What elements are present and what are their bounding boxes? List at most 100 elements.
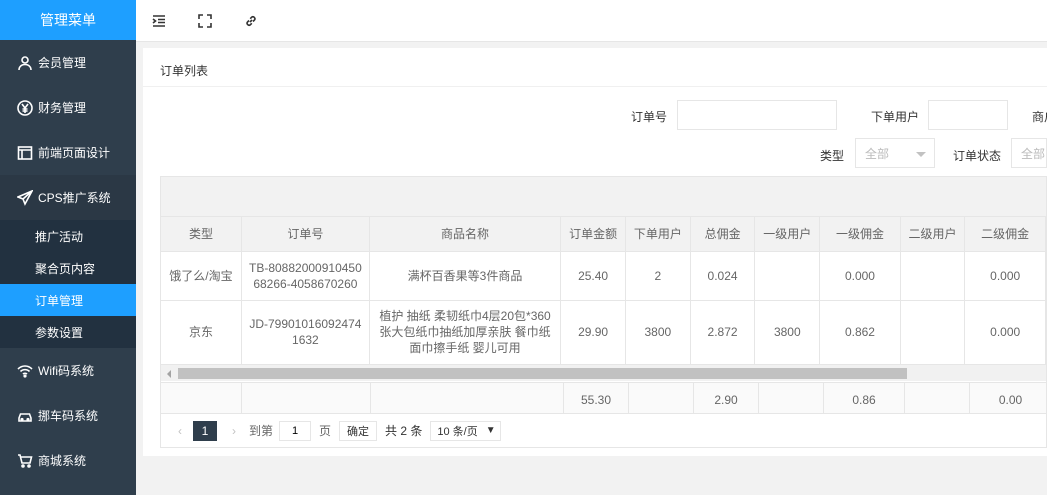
user-icon: [16, 54, 34, 72]
car-icon: [16, 407, 34, 425]
current-page-button[interactable]: 1: [193, 420, 217, 441]
total-level1-commission: 0.86: [824, 383, 905, 413]
cell-product: 植护 抽纸 柔韧纸巾4层20包*360张大包纸巾抽纸加厚亲肤 餐巾纸 面巾擦手纸…: [369, 300, 562, 365]
chevron-down-icon: [916, 152, 926, 157]
cell-user: 3800: [625, 300, 691, 365]
total-level2-commission: 0.00: [998, 392, 1023, 407]
link-icon: [246, 15, 256, 26]
order-no-label: 订单号: [631, 110, 668, 124]
top-toolbar: [136, 0, 1047, 42]
sidebar-subitem-orders[interactable]: 订单管理: [0, 284, 136, 316]
fullscreen-button[interactable]: [182, 0, 228, 42]
user-input[interactable]: [928, 100, 1008, 130]
page-size-value: 10 条/页: [437, 425, 478, 438]
confirm-button[interactable]: 确定: [339, 420, 378, 441]
sidebar-item-members[interactable]: 会员管理: [0, 40, 136, 85]
col-header-order-no[interactable]: 订单号: [241, 217, 370, 252]
page-title: 订单列表: [160, 64, 209, 78]
order-no-input[interactable]: [677, 100, 837, 130]
goto-page-input[interactable]: [279, 420, 312, 441]
horizontal-scrollbar[interactable]: [161, 364, 1046, 381]
cell-level2-commission: 0.000: [964, 300, 1046, 365]
sidebar-item-label: CPS推广系统: [38, 191, 111, 205]
col-header-level1-commission[interactable]: 一级佣金: [819, 217, 901, 252]
cell-level1-commission: 0.000: [819, 251, 901, 301]
paper-plane-icon: [16, 189, 34, 207]
cell-amount: 25.40: [560, 251, 626, 301]
sidebar-item-cps[interactable]: CPS推广系统: [0, 175, 136, 220]
wifi-icon: [16, 362, 34, 380]
cell-level2-user: [900, 300, 966, 365]
cell-order-no: JD-799010160924741632: [241, 300, 370, 365]
total-cell-empty: [629, 383, 694, 413]
cell-amount: 29.90: [560, 300, 626, 365]
type-select-value: 全部: [865, 146, 890, 161]
divider: [143, 86, 1047, 87]
col-header-product[interactable]: 商品名称: [369, 217, 562, 252]
total-count: 共 2 条: [385, 424, 423, 438]
table-toolbar: [161, 177, 1046, 217]
merchant-label: 商户: [1032, 110, 1047, 124]
cell-level2-commission: 0.000: [964, 251, 1046, 301]
order-list-card: 订单列表 订单号 下单用户 商户 类型 全部 订单状态 全部 类型 订单号 商品…: [143, 48, 1047, 456]
total-cell-empty: [371, 383, 564, 413]
sidebar-item-shop[interactable]: 商城系统: [0, 438, 136, 483]
total-commission: 2.90: [694, 383, 759, 413]
sidebar-item-frontend-design[interactable]: 前端页面设计: [0, 130, 136, 175]
cell-product: 满杯百香果等3件商品: [369, 251, 562, 301]
chevron-down-icon: ▼: [485, 425, 496, 436]
cell-total-commission: 0.024: [690, 251, 756, 301]
col-header-level1-user[interactable]: 一级用户: [754, 217, 821, 252]
cell-level1-user: [754, 251, 821, 301]
sidebar-item-wifi[interactable]: Wifi码系统: [0, 348, 136, 393]
prev-page-button[interactable]: ‹: [173, 424, 187, 438]
status-select[interactable]: 全部: [1011, 138, 1047, 168]
cell-user: 2: [625, 251, 691, 301]
cart-icon: [16, 452, 34, 470]
total-cell-empty: [905, 383, 970, 413]
sidebar-subitem-settings[interactable]: 参数设置: [0, 316, 136, 348]
page-size-select[interactable]: 10 条/页 ▼: [430, 420, 501, 441]
total-amount: 55.30: [564, 383, 629, 413]
yen-icon: [16, 99, 34, 117]
sidebar: 管理菜单 会员管理 财务管理 前端页面设计 CPS推广系统 推广活动 聚合页内容…: [0, 0, 136, 495]
goto-label: 到第: [249, 424, 274, 438]
total-cell-empty: [161, 383, 242, 413]
sidebar-item-parking[interactable]: 挪车码系统: [0, 393, 136, 438]
status-label: 订单状态: [953, 149, 1002, 163]
user-label: 下单用户: [871, 110, 920, 124]
sidebar-item-label: 挪车码系统: [38, 409, 99, 423]
col-header-level2-user[interactable]: 二级用户: [900, 217, 966, 252]
page-unit-label: 页: [319, 424, 332, 438]
indent-icon: [152, 14, 165, 27]
sidebar-title: 管理菜单: [0, 0, 136, 40]
toggle-sidebar-button[interactable]: [136, 0, 182, 42]
layout-icon: [16, 144, 34, 162]
col-header-level2-commission[interactable]: 二级佣金: [964, 217, 1046, 252]
sidebar-item-finance[interactable]: 财务管理: [0, 85, 136, 130]
table-row: 饿了么/淘宝 TB-8088200091045068266-4058670260…: [161, 251, 1046, 301]
cell-order-no: TB-8088200091045068266-4058670260: [241, 251, 370, 301]
col-header-user[interactable]: 下单用户: [625, 217, 691, 252]
sidebar-item-label: 商城系统: [38, 454, 87, 468]
total-cell-empty: [759, 383, 824, 413]
sidebar-item-label: Wifi码系统: [38, 364, 94, 378]
sidebar-subitem-promotion[interactable]: 推广活动: [0, 220, 136, 252]
table-row: 京东 JD-799010160924741632 植护 抽纸 柔韧纸巾4层20包…: [161, 300, 1046, 365]
fullscreen-icon: [198, 13, 212, 28]
next-page-button[interactable]: ›: [227, 424, 241, 438]
cell-type: 饿了么/淘宝: [161, 251, 242, 301]
order-table-grid: 类型 订单号 商品名称 订单金额 下单用户 总佣金 一级用户 一级佣金 二级用户…: [161, 217, 1046, 365]
type-label: 类型: [820, 149, 845, 163]
type-select[interactable]: 全部: [855, 138, 935, 168]
cell-level2-user: [900, 251, 966, 301]
col-header-total-commission[interactable]: 总佣金: [690, 217, 756, 252]
scroll-left-icon[interactable]: [167, 370, 171, 378]
sidebar-subitem-aggregate[interactable]: 聚合页内容: [0, 252, 136, 284]
scrollbar-thumb[interactable]: [178, 368, 907, 379]
link-button[interactable]: [228, 0, 274, 42]
total-cell-empty: [242, 383, 371, 413]
col-header-type[interactable]: 类型: [161, 217, 242, 252]
col-header-amount[interactable]: 订单金额: [560, 217, 626, 252]
cell-level1-user: 3800: [754, 300, 821, 365]
